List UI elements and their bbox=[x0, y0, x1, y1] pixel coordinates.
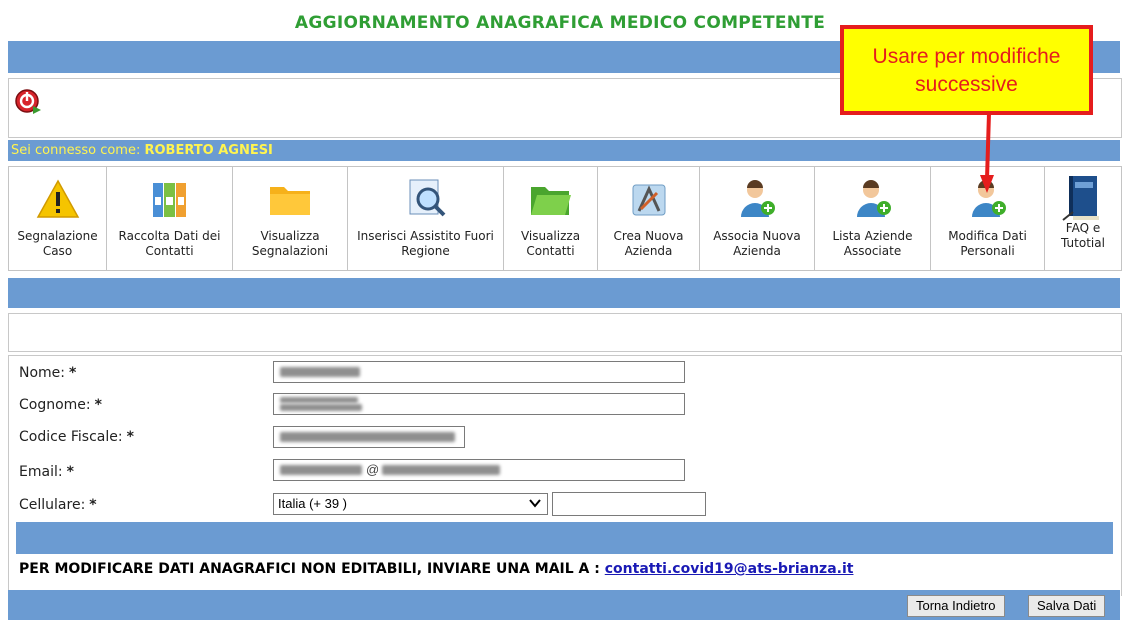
cognome-label: Cognome: * bbox=[19, 397, 102, 413]
country-code-select[interactable]: Italia (+ 39 ) bbox=[273, 493, 548, 515]
back-button[interactable]: Torna Indietro bbox=[907, 595, 1005, 617]
cellulare-label: Cellulare: * bbox=[19, 497, 97, 513]
folder-icon bbox=[268, 177, 312, 221]
main-menu: Segnalazione Caso Raccolta Dati dei Cont… bbox=[8, 166, 1122, 271]
menu-label: Inserisci Assistito Fuori Regione bbox=[357, 229, 494, 258]
power-icon[interactable] bbox=[13, 87, 43, 117]
callout-arrow bbox=[978, 112, 998, 195]
codice-fiscale-field[interactable] bbox=[273, 426, 465, 448]
chevron-down-icon bbox=[529, 497, 541, 512]
menu-crea-azienda[interactable]: Crea Nuova Azienda bbox=[597, 166, 699, 271]
user-name: ROBERTO AGNESI bbox=[144, 143, 273, 158]
binders-icon bbox=[148, 177, 192, 221]
annotation-callout: Usare per modifiche successive bbox=[840, 25, 1093, 115]
magnifier-document-icon bbox=[404, 177, 448, 221]
menu-label: Segnalazione Caso bbox=[17, 229, 98, 258]
menu-label: Raccolta Dati dei Contatti bbox=[118, 229, 221, 258]
menu-label: FAQ e Tutotial bbox=[1061, 221, 1105, 250]
app-builder-icon bbox=[627, 177, 671, 221]
redacted-text bbox=[280, 367, 360, 377]
email-field[interactable]: @ bbox=[273, 459, 685, 481]
redacted-text bbox=[382, 465, 500, 475]
email-at-sign: @ bbox=[366, 462, 380, 477]
menu-inserisci-assistito[interactable]: Inserisci Assistito Fuori Regione bbox=[347, 166, 503, 271]
warning-icon bbox=[36, 177, 80, 221]
user-add-icon bbox=[735, 177, 779, 221]
callout-text: Usare per modifiche successive bbox=[872, 45, 1061, 96]
contact-email-link[interactable]: contatti.covid19@ats-brianza.it bbox=[605, 561, 854, 577]
menu-associa-azienda[interactable]: Associa Nuova Azienda bbox=[699, 166, 814, 271]
phone-input[interactable] bbox=[552, 492, 706, 516]
redacted-text bbox=[280, 397, 358, 403]
country-code-value: Italia (+ 39 ) bbox=[278, 496, 348, 511]
book-icon bbox=[1061, 176, 1105, 221]
email-label: Email: * bbox=[19, 464, 74, 480]
notice-text: PER MODIFICARE DATI ANAGRAFICI NON EDITA… bbox=[19, 561, 853, 577]
nome-field[interactable] bbox=[273, 361, 685, 383]
notice-message: PER MODIFICARE DATI ANAGRAFICI NON EDITA… bbox=[19, 561, 605, 577]
redacted-text bbox=[280, 465, 362, 475]
menu-visualizza-segnalazioni[interactable]: Visualizza Segnalazioni bbox=[232, 166, 347, 271]
menu-label: Visualizza Contatti bbox=[520, 229, 581, 258]
menu-faq-tutorial[interactable]: FAQ e Tutotial bbox=[1044, 166, 1122, 271]
menu-segnalazione-caso[interactable]: Segnalazione Caso bbox=[8, 166, 106, 271]
message-frame bbox=[8, 313, 1122, 352]
menu-lista-aziende[interactable]: Lista Aziende Associate bbox=[814, 166, 930, 271]
redacted-text bbox=[280, 432, 455, 442]
menu-label: Crea Nuova Azienda bbox=[613, 229, 684, 258]
menu-separator-bar bbox=[8, 278, 1120, 308]
user-add-icon bbox=[851, 177, 895, 221]
menu-label: Lista Aziende Associate bbox=[832, 229, 913, 258]
menu-raccolta-dati[interactable]: Raccolta Dati dei Contatti bbox=[106, 166, 232, 271]
nome-label: Nome: * bbox=[19, 365, 77, 381]
menu-label: Modifica Dati Personali bbox=[948, 229, 1027, 258]
user-prefix: Sei connesso come: bbox=[11, 143, 145, 158]
menu-visualizza-contatti[interactable]: Visualizza Contatti bbox=[503, 166, 597, 271]
cognome-field[interactable] bbox=[273, 393, 685, 415]
open-folder-icon bbox=[529, 177, 573, 221]
menu-label: Visualizza Segnalazioni bbox=[251, 229, 329, 258]
save-button[interactable]: Salva Dati bbox=[1028, 595, 1106, 617]
notice-bar bbox=[16, 522, 1113, 554]
redacted-text bbox=[280, 404, 362, 411]
codice-fiscale-label: Codice Fiscale: * bbox=[19, 429, 134, 445]
user-bar: Sei connesso come: ROBERTO AGNESI bbox=[8, 140, 1120, 161]
menu-label: Associa Nuova Azienda bbox=[713, 229, 801, 258]
